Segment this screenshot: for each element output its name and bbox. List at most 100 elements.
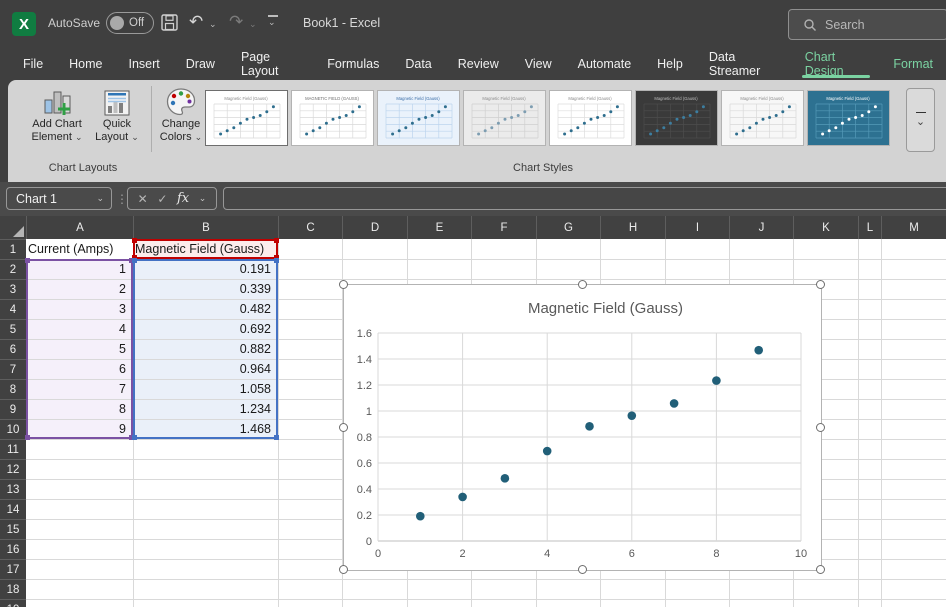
excel-logo-icon[interactable]: X (12, 12, 36, 36)
name-box-chevron-icon[interactable]: ⌄ (96, 193, 104, 204)
cell-A7[interactable]: 6 (28, 359, 131, 379)
column-header-H[interactable]: H (600, 216, 665, 239)
chart-selection-handle[interactable] (339, 565, 348, 574)
select-all-button[interactable] (0, 216, 26, 239)
tab-draw[interactable]: Draw (173, 47, 228, 80)
cell-B5[interactable]: 0.692 (135, 319, 276, 339)
cell-B6[interactable]: 0.882 (135, 339, 276, 359)
cell-A4[interactable]: 3 (28, 299, 131, 319)
cell-B9[interactable]: 1.234 (135, 399, 276, 419)
chart-style-thumbnail-2[interactable]: MAGNETIC FIELD (GAUSS) (291, 90, 374, 146)
chart-style-thumbnail-7[interactable]: Magnetic Field (Gauss) (721, 90, 804, 146)
cell-A8[interactable]: 7 (28, 379, 131, 399)
add-chart-element-button[interactable]: Add Chart Element ⌄ (24, 88, 90, 144)
chart-selection-handle[interactable] (578, 280, 587, 289)
autosave-toggle[interactable]: Off (106, 12, 154, 34)
chart-selection-handle[interactable] (578, 565, 587, 574)
row-header-17[interactable]: 17 (0, 559, 26, 579)
cell-A6[interactable]: 5 (28, 339, 131, 359)
cell-A2[interactable]: 1 (28, 259, 131, 279)
tab-view[interactable]: View (512, 47, 565, 80)
tab-insert[interactable]: Insert (116, 47, 173, 80)
cell-A3[interactable]: 2 (28, 279, 131, 299)
column-header-K[interactable]: K (793, 216, 858, 239)
column-header-M[interactable]: M (881, 216, 946, 239)
chart-style-thumbnail-4[interactable]: Magnetic Field (Gauss) (463, 90, 546, 146)
tab-format[interactable]: Format (880, 47, 946, 80)
row-header-2[interactable]: 2 (0, 259, 26, 279)
data-point[interactable] (543, 447, 552, 456)
name-box[interactable]: Chart 1 ⌄ (6, 187, 112, 210)
row-header-18[interactable]: 18 (0, 579, 26, 599)
change-colors-button[interactable]: Change Colors ⌄ (155, 86, 207, 144)
chart-selection-handle[interactable] (816, 565, 825, 574)
tab-review[interactable]: Review (445, 47, 512, 80)
column-header-C[interactable]: C (278, 216, 342, 239)
tab-formulas[interactable]: Formulas (314, 47, 392, 80)
row-header-15[interactable]: 15 (0, 519, 26, 539)
chart-style-thumbnail-3[interactable]: Magnetic Field (Gauss) (377, 90, 460, 146)
tab-data[interactable]: Data (392, 47, 444, 80)
cell-B4[interactable]: 0.482 (135, 299, 276, 319)
chart-style-thumbnail-1[interactable]: Magnetic Field (Gauss) (205, 90, 288, 146)
tab-chart-design[interactable]: Chart Design (792, 47, 881, 80)
row-header-7[interactable]: 7 (0, 359, 26, 379)
chart-style-thumbnail-8[interactable]: Magnetic Field (Gauss) (807, 90, 890, 146)
customize-qat-chevron-icon[interactable]: ⌄ (268, 17, 276, 28)
cell-B1[interactable]: Magnetic Field (Gauss) (135, 239, 276, 259)
row-header-14[interactable]: 14 (0, 499, 26, 519)
cell-B7[interactable]: 0.964 (135, 359, 276, 379)
row-header-8[interactable]: 8 (0, 379, 26, 399)
row-header-1[interactable]: 1 (0, 239, 26, 259)
chart-title[interactable]: Magnetic Field (Gauss) (528, 300, 683, 317)
chart-object[interactable]: Magnetic Field (Gauss)00.20.40.60.811.21… (343, 284, 822, 571)
insert-function-icon[interactable]: fx (177, 191, 189, 206)
column-header-F[interactable]: F (471, 216, 536, 239)
data-point[interactable] (712, 376, 721, 385)
data-point[interactable] (754, 346, 763, 355)
data-point[interactable] (501, 474, 510, 483)
data-point[interactable] (585, 422, 594, 431)
formula-input[interactable] (223, 187, 946, 210)
cancel-icon[interactable]: ✕ (138, 192, 148, 206)
column-header-E[interactable]: E (407, 216, 471, 239)
row-header-11[interactable]: 11 (0, 439, 26, 459)
column-header-G[interactable]: G (536, 216, 600, 239)
column-header-J[interactable]: J (729, 216, 793, 239)
chart-selection-handle[interactable] (816, 423, 825, 432)
tab-help[interactable]: Help (644, 47, 696, 80)
undo-icon[interactable]: ↶ (189, 12, 203, 32)
row-header-9[interactable]: 9 (0, 399, 26, 419)
row-header-5[interactable]: 5 (0, 319, 26, 339)
data-point[interactable] (458, 493, 467, 502)
tab-home[interactable]: Home (56, 47, 115, 80)
row-header-3[interactable]: 3 (0, 279, 26, 299)
tab-page-layout[interactable]: Page Layout (228, 47, 314, 80)
row-header-16[interactable]: 16 (0, 539, 26, 559)
tab-automate[interactable]: Automate (565, 47, 645, 80)
gallery-more-button[interactable]: ⌄ (906, 88, 935, 152)
quick-layout-button[interactable]: Quick Layout ⌄ (92, 88, 142, 144)
search-input[interactable]: Search (788, 9, 946, 40)
column-header-A[interactable]: A (26, 216, 133, 239)
row-header-12[interactable]: 12 (0, 459, 26, 479)
save-icon[interactable] (160, 13, 179, 32)
data-point[interactable] (416, 512, 425, 521)
column-header-B[interactable]: B (133, 216, 278, 239)
cell-B10[interactable]: 1.468 (135, 419, 276, 439)
chart-style-thumbnail-6[interactable]: Magnetic Field (Gauss) (635, 90, 718, 146)
cell-B3[interactable]: 0.339 (135, 279, 276, 299)
row-header-19[interactable]: 19 (0, 599, 26, 607)
data-point[interactable] (670, 399, 679, 408)
tab-file[interactable]: File (10, 47, 56, 80)
chart-style-thumbnail-5[interactable]: Magnetic Field (Gauss) (549, 90, 632, 146)
row-header-13[interactable]: 13 (0, 479, 26, 499)
column-header-D[interactable]: D (342, 216, 407, 239)
fx-chevron-icon[interactable]: ⌄ (199, 193, 207, 204)
tab-data-streamer[interactable]: Data Streamer (696, 47, 792, 80)
row-header-6[interactable]: 6 (0, 339, 26, 359)
undo-chevron-icon[interactable]: ⌄ (209, 19, 217, 30)
chart-selection-handle[interactable] (339, 280, 348, 289)
data-point[interactable] (628, 411, 637, 420)
column-header-L[interactable]: L (858, 216, 881, 239)
